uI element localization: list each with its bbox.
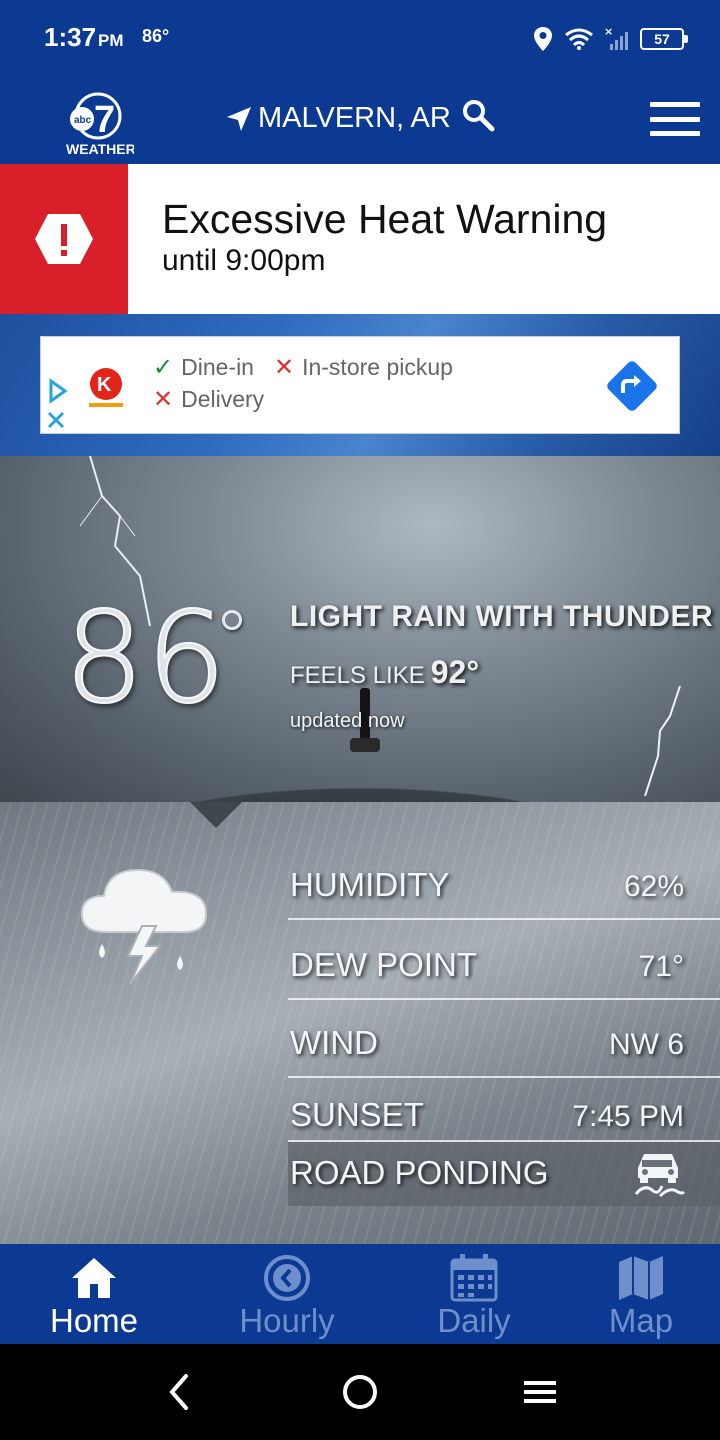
status-temperature: 86°: [142, 26, 170, 46]
location-label: MALVERN, AR: [258, 102, 451, 134]
calendar-icon: [450, 1254, 498, 1302]
directions-icon[interactable]: [603, 357, 661, 415]
svg-text:abc: abc: [74, 115, 92, 126]
alert-icon-box: [0, 164, 128, 314]
nav-hourly[interactable]: Hourly: [188, 1244, 386, 1344]
dew-point-row: DEW POINT 71°: [288, 922, 720, 1000]
advertisement-card[interactable]: K ✓ Dine-in ✕ In-store pickup ✕ Delivery: [40, 336, 680, 434]
location-selector[interactable]: MALVERN, AR: [226, 99, 495, 135]
ad-area: K ✓ Dine-in ✕ In-store pickup ✕ Delivery: [0, 314, 720, 456]
system-navigation-bar: [0, 1344, 720, 1440]
search-icon[interactable]: [461, 98, 495, 132]
wind-row: WIND NW 6: [288, 1000, 720, 1078]
nav-map[interactable]: Map: [562, 1244, 720, 1344]
ad-feature-label: Dine-in: [181, 354, 254, 380]
battery-indicator: 57: [640, 28, 688, 50]
location-pin-icon: [534, 27, 552, 51]
wifi-icon: [565, 28, 593, 50]
map-icon: [619, 1256, 663, 1300]
status-icons: × 57: [532, 22, 688, 56]
lightning-bolt-decoration: [644, 686, 681, 796]
x-icon: ✕: [273, 354, 295, 381]
detail-value: 7:45 PM: [572, 1100, 684, 1133]
detail-value: 71°: [638, 950, 684, 983]
svg-text:K: K: [97, 374, 112, 396]
nav-label: Map: [608, 1302, 674, 1339]
alert-subtitle: until 9:00pm: [162, 244, 326, 277]
sunset-row: SUNSET 7:45 PM: [288, 1078, 720, 1142]
current-conditions: 86 LIGHT RAIN WITH THUNDER FEELS LIKE 92°…: [0, 456, 720, 802]
slippery-road-icon: [634, 1154, 686, 1198]
home-button-icon[interactable]: [340, 1372, 380, 1412]
detail-label: HUMIDITY: [290, 866, 450, 903]
logo-text: WEATHER: [66, 141, 134, 156]
x-icon: ✕: [153, 386, 174, 413]
ad-feature-label: Delivery: [181, 386, 265, 412]
back-icon[interactable]: [160, 1372, 200, 1412]
detail-value: 62%: [623, 870, 684, 903]
nav-home[interactable]: Home: [0, 1244, 188, 1344]
nav-label: Home: [49, 1302, 139, 1339]
status-time: 1:37 PM: [44, 22, 124, 52]
svg-text:7: 7: [94, 99, 115, 141]
weather-alert-banner[interactable]: Excessive Heat Warning until 9:00pm: [0, 164, 720, 314]
detail-label: ROAD PONDING: [290, 1154, 549, 1191]
warning-icon: [35, 214, 93, 264]
updated-text: updated now: [290, 710, 405, 732]
no-signal-icon: ×: [604, 26, 628, 50]
detail-label: WIND: [290, 1024, 378, 1061]
road-condition-row[interactable]: ROAD PONDING: [288, 1142, 720, 1206]
alert-title: Excessive Heat Warning: [162, 196, 608, 242]
svg-text:×: ×: [604, 26, 613, 38]
ad-feature-label: In-store pickup: [302, 354, 453, 380]
menu-bar: [650, 102, 700, 107]
nav-daily[interactable]: Daily: [386, 1244, 562, 1344]
nav-label: Daily: [437, 1302, 511, 1339]
nav-label: Hourly: [239, 1302, 335, 1339]
ad-choices-icon[interactable]: [45, 377, 69, 433]
menu-bar: [650, 131, 700, 136]
degree-symbol: [222, 610, 242, 630]
thunderstorm-icon: [80, 868, 208, 985]
navigation-arrow-icon: [227, 106, 251, 131]
home-icon: [72, 1258, 116, 1298]
hamburger-menu-button[interactable]: [650, 102, 700, 136]
detail-label: SUNSET: [290, 1096, 424, 1133]
feels-like: FEELS LIKE 92°: [290, 654, 480, 690]
app-header: abc 7 WEATHER MALVERN, AR: [0, 80, 720, 164]
section-notch: [190, 802, 242, 828]
menu-bar: [650, 116, 700, 122]
recent-apps-icon[interactable]: [520, 1372, 560, 1412]
ad-feature-dine-in: ✓ Dine-in ✕ In-store pickup: [153, 353, 453, 382]
abc7-weather-logo[interactable]: abc 7 WEATHER: [64, 88, 134, 156]
check-icon: ✓: [153, 354, 174, 381]
bottom-navigation: Home Hourly Daily Map: [0, 1244, 720, 1344]
ad-feature-delivery: ✕ Delivery: [153, 385, 264, 414]
clock-icon: [264, 1255, 310, 1301]
circle-k-logo: K: [85, 365, 127, 409]
status-bar: 1:37 PM 86° × 57: [0, 0, 720, 80]
detail-label: DEW POINT: [290, 946, 477, 983]
current-temperature: 86: [63, 583, 229, 732]
condition-text: LIGHT RAIN WITH THUNDER: [290, 600, 714, 633]
humidity-row: HUMIDITY 62%: [288, 842, 720, 920]
weather-details: HUMIDITY 62% DEW POINT 71° WIND NW 6 SUN…: [0, 802, 720, 1244]
detail-value: NW 6: [609, 1028, 684, 1061]
